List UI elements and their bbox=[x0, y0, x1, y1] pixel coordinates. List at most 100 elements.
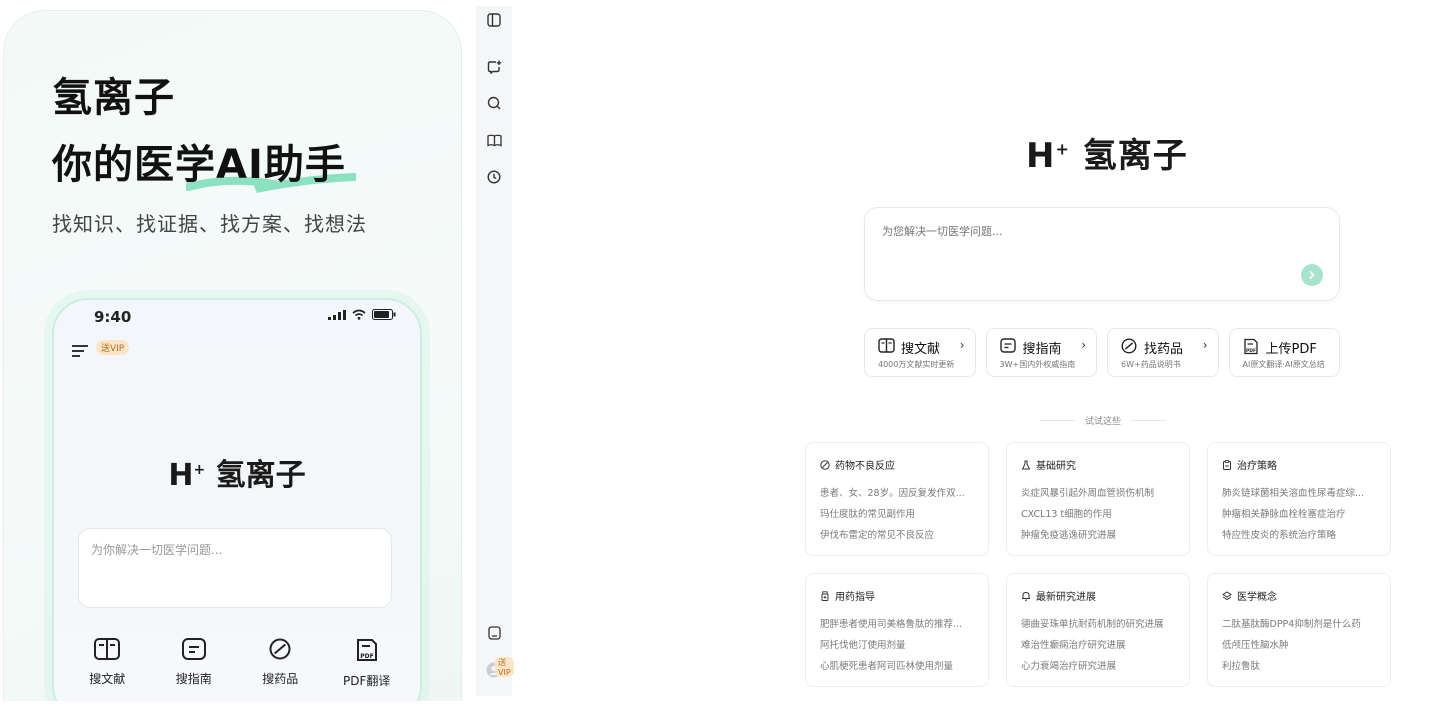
shortcut-label: 搜指南 bbox=[175, 672, 212, 686]
suggestion-card-basic-research: 基础研究 炎症风暴引起外周血管损伤机制 CXCL13 t细胞的作用 肿瘤免疫逃逸… bbox=[1006, 442, 1190, 556]
phone-logo: H+ 氢离子 bbox=[54, 450, 420, 494]
history-button[interactable] bbox=[483, 166, 505, 188]
logo-mark: H bbox=[1026, 136, 1056, 176]
suggestion-cards: 药物不良反应 患者、女、28岁。因反复发作双... 玛仕度肽的常见副作用 伊伐布… bbox=[805, 442, 1392, 687]
sidebar-toggle-button[interactable] bbox=[483, 9, 505, 31]
feature-shortcuts: 搜文献 › 4000万文献实时更新 搜指南 › 3W+国内外权威指南 找药品 ›… bbox=[864, 328, 1340, 377]
feature-search-literature[interactable]: 搜文献 › 4000万文献实时更新 bbox=[864, 328, 976, 377]
shortcut-label: 搜药品 bbox=[262, 672, 299, 686]
card-header: 最新研究进展 bbox=[1021, 588, 1096, 603]
send-button[interactable] bbox=[1301, 264, 1323, 286]
suggestion-item[interactable]: 伊伐布雷定的常见不良反应 bbox=[820, 527, 980, 541]
flask-icon bbox=[1021, 460, 1031, 469]
shortcut-pdf-translate[interactable]: PDF PDF翻译 bbox=[327, 638, 407, 689]
feature-title: 找药品 bbox=[1144, 342, 1184, 357]
suggestion-item[interactable]: 肿瘤相关静脉血栓栓塞症治疗 bbox=[1222, 506, 1382, 520]
chevron-right-icon: › bbox=[959, 338, 965, 352]
card-header: 医学概念 bbox=[1222, 588, 1277, 603]
logo-text: 氢离子 bbox=[215, 458, 306, 493]
history-icon bbox=[487, 170, 501, 184]
suggestion-card-treatment-strategy: 治疗策略 肺炎链球菌相关溶血性尿毒症综... 肿瘤相关静脉血栓栓塞症治疗 特应性… bbox=[1207, 442, 1391, 556]
menu-icon[interactable] bbox=[72, 344, 88, 358]
suggestion-item[interactable]: 肺炎链球菌相关溶血性尿毒症综... bbox=[1222, 485, 1382, 499]
card-title: 用药指导 bbox=[835, 592, 875, 603]
concept-icon bbox=[1222, 590, 1232, 600]
phone-shortcuts: 搜文献 搜指南 搜药品 PDF PDF翻译 bbox=[64, 638, 410, 689]
card-header: 治疗策略 bbox=[1222, 457, 1277, 472]
suggestion-item[interactable]: 心肌梗死患者阿司匹林使用剂量 bbox=[820, 658, 980, 672]
feature-find-drug[interactable]: 找药品 › 6W+药品说明书 bbox=[1107, 328, 1219, 377]
shortcut-search-guide[interactable]: 搜指南 bbox=[154, 638, 234, 689]
suggestion-item[interactable]: 二肽基肽酶DPP4抑制剂是什么药 bbox=[1222, 616, 1382, 630]
shortcut-label: 搜文献 bbox=[89, 672, 126, 686]
divider-line bbox=[1040, 420, 1075, 421]
main-search-box bbox=[864, 207, 1340, 301]
pdf-upload-icon: PDF bbox=[1243, 338, 1258, 355]
logo-mark: H bbox=[168, 458, 194, 493]
sidebar: 送VIP bbox=[476, 6, 514, 696]
main-logo: H+ 氢离子 bbox=[1026, 128, 1188, 177]
card-title: 最新研究进展 bbox=[1036, 592, 1096, 603]
battery-icon bbox=[372, 309, 396, 320]
card-title: 医学概念 bbox=[1237, 592, 1277, 603]
chevron-right-icon: › bbox=[1202, 338, 1208, 352]
suggestion-item[interactable]: 低颅压性脑水肿 bbox=[1222, 637, 1382, 651]
card-header: 基础研究 bbox=[1021, 457, 1076, 472]
drug-icon bbox=[1121, 338, 1137, 354]
feature-upload-pdf[interactable]: PDF 上传PDF AI原文翻译·AI原文总结 bbox=[1228, 328, 1340, 377]
status-time: 9:40 bbox=[94, 308, 132, 326]
suggestion-item[interactable]: 炎症风暴引起外周血管损伤机制 bbox=[1021, 485, 1181, 499]
suggestion-card-adverse-reaction: 药物不良反应 患者、女、28岁。因反复发作双... 玛仕度肽的常见副作用 伊伐布… bbox=[805, 442, 989, 556]
suggestion-item[interactable]: 特应性皮炎的系统治疗策略 bbox=[1222, 527, 1382, 541]
feature-title: 上传PDF bbox=[1265, 342, 1317, 357]
shortcut-search-drug[interactable]: 搜药品 bbox=[240, 638, 320, 689]
adverse-reaction-icon bbox=[820, 459, 830, 470]
logo-text: 氢离子 bbox=[1082, 136, 1188, 176]
clipboard-icon bbox=[1223, 459, 1231, 470]
download-app-button[interactable] bbox=[483, 622, 505, 644]
new-chat-button[interactable] bbox=[483, 56, 505, 78]
suggestion-item[interactable]: 肥胖患者使用司美格鲁肽的推荐... bbox=[820, 616, 980, 630]
suggestion-item[interactable]: 德曲妥珠单抗耐药机制的研究进展 bbox=[1021, 616, 1181, 630]
vip-badge[interactable]: 送VIP bbox=[96, 340, 130, 355]
book-icon bbox=[94, 638, 121, 660]
card-title: 治疗策略 bbox=[1237, 461, 1277, 472]
document-icon bbox=[181, 638, 206, 660]
suggestion-item[interactable]: 阿托伐他汀使用剂量 bbox=[820, 637, 980, 651]
medicine-bottle-icon bbox=[821, 590, 829, 601]
phone-search-placeholder: 为你解决一切医学问题... bbox=[91, 543, 223, 557]
card-header: 药物不良反应 bbox=[820, 457, 895, 472]
suggestion-item[interactable]: 肿瘤免疫逃逸研究进展 bbox=[1021, 527, 1181, 541]
vip-badge[interactable]: 送VIP bbox=[495, 657, 514, 677]
suggestion-item[interactable]: 玛仕度肽的常见副作用 bbox=[820, 506, 980, 520]
literature-icon bbox=[878, 338, 895, 353]
promo-panel: 氢离子 你的医学AI助手 找知识、找证据、找方案、找想法 9:40 送VIP H… bbox=[3, 10, 462, 701]
phone-app-icon bbox=[487, 626, 501, 640]
search-icon bbox=[487, 96, 501, 110]
shortcut-search-literature[interactable]: 搜文献 bbox=[67, 638, 147, 689]
suggestion-item[interactable]: 心力衰竭治疗研究进展 bbox=[1021, 658, 1181, 672]
card-title: 基础研究 bbox=[1036, 461, 1076, 472]
new-chat-icon bbox=[487, 60, 501, 74]
phone-search-input[interactable]: 为你解决一切医学问题... bbox=[78, 528, 392, 608]
suggestion-card-medical-concept: 医学概念 二肽基肽酶DPP4抑制剂是什么药 低颅压性脑水肿 利拉鲁肽 bbox=[1207, 573, 1391, 687]
svg-text:PDF: PDF bbox=[1245, 348, 1255, 354]
main-search-input[interactable] bbox=[880, 224, 1304, 239]
divider-line bbox=[1131, 420, 1167, 421]
try-these-label: 试试这些 bbox=[1085, 417, 1122, 427]
card-title: 药物不良反应 bbox=[835, 461, 895, 472]
logo-superscript: + bbox=[1055, 139, 1070, 159]
suggestion-item[interactable]: 利拉鲁肽 bbox=[1222, 658, 1382, 672]
logo-superscript: + bbox=[193, 462, 206, 478]
promo-tagline: 你的医学AI助手 bbox=[52, 142, 346, 188]
signal-icon bbox=[328, 309, 346, 320]
search-button[interactable] bbox=[483, 92, 505, 114]
suggestion-item[interactable]: CXCL13 t细胞的作用 bbox=[1021, 506, 1181, 520]
suggestion-item[interactable]: 难治性癫痫治疗研究进展 bbox=[1021, 637, 1181, 651]
feature-search-guide[interactable]: 搜指南 › 3W+国内外权威指南 bbox=[985, 328, 1097, 377]
pdf-icon: PDF bbox=[356, 639, 377, 661]
suggestion-item[interactable]: 患者、女、28岁。因反复发作双... bbox=[820, 485, 980, 499]
suggestion-card-medication-guide: 用药指导 肥胖患者使用司美格鲁肽的推荐... 阿托伐他汀使用剂量 心肌梗死患者阿… bbox=[805, 573, 989, 687]
library-button[interactable] bbox=[483, 129, 505, 151]
status-bar-icons bbox=[328, 309, 396, 320]
